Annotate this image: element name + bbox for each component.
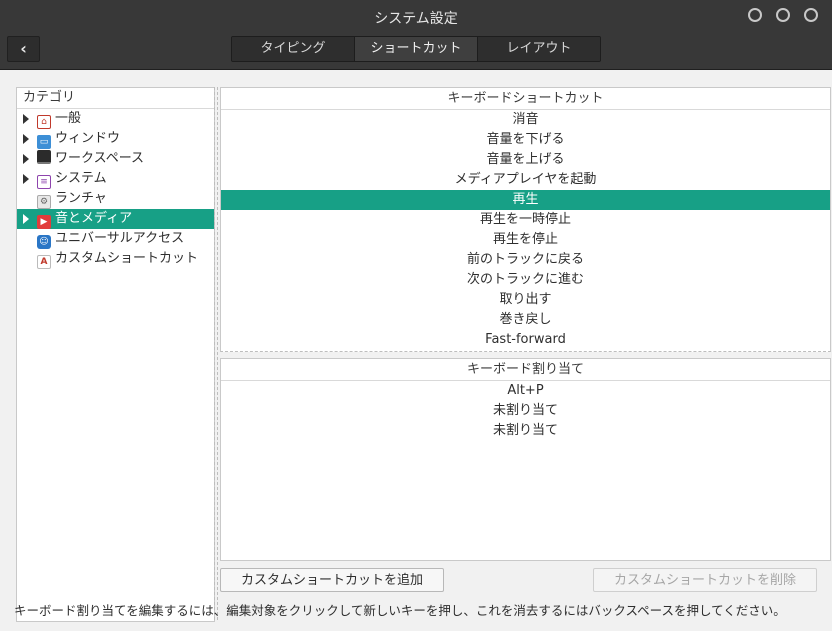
category-item-workspace[interactable]: ワークスペース [17,149,214,169]
launcher-icon: ⚙ [37,195,51,209]
shortcut-item-selected[interactable]: 再生 [221,190,830,210]
shortcut-list-header[interactable]: キーボードショートカット [221,88,830,110]
category-label: 一般 [55,111,82,126]
binding-list-header[interactable]: キーボード割り当て [221,359,830,381]
category-item-launcher[interactable]: ⚙ ランチャ [17,189,214,209]
chevron-left-icon: ‹ [20,39,27,58]
shortcut-item[interactable]: 前のトラックに戻る [221,250,830,270]
window-icon: ▭ [37,135,51,149]
category-item-window[interactable]: ▭ ウィンドウ [17,129,214,149]
category-header[interactable]: カテゴリ [17,88,214,109]
shortcut-item[interactable]: 再生を一時停止 [221,210,830,230]
tab-typing[interactable]: タイピング [232,37,355,61]
binding-list: キーボード割り当て Alt+P 未割り当て 未割り当て [220,358,831,561]
expander-arrow-icon[interactable] [23,154,29,164]
category-label: ワークスペース [55,151,145,166]
remove-custom-shortcut-button[interactable]: カスタムショートカットを削除 [593,568,817,592]
maximize-button[interactable] [776,8,790,22]
tab-shortcuts[interactable]: ショートカット [355,37,478,61]
category-label: ユニバーサルアクセス [55,231,185,246]
system-icon: ≡ [37,175,51,189]
category-label: カスタムショートカット [55,251,199,266]
window-title: システム設定 [374,11,458,27]
hint-text: キーボード割り当てを編集するには、編集対象をクリックして新しいキーを押し、これを… [14,603,786,618]
category-label: ランチャ [55,191,107,206]
binding-item[interactable]: Alt+P [221,381,830,401]
category-item-media[interactable]: ▶ 音とメディア [17,209,214,229]
binding-item[interactable]: 未割り当て [221,421,830,441]
minimize-button[interactable] [748,8,762,22]
category-list: カテゴリ ⌂ 一般 ▭ ウィンドウ ワークスペース ≡ システム ⚙ ランチャ ▶ 音とメ… [16,87,215,622]
shortcut-item[interactable]: 再生を停止 [221,230,830,250]
expander-arrow-icon[interactable] [23,114,29,124]
category-label: 音とメディア [55,211,133,226]
media-icon: ▶ [37,215,51,229]
category-label: ウィンドウ [55,131,121,146]
category-item-general[interactable]: ⌂ 一般 [17,109,214,129]
expander-arrow-icon[interactable] [23,134,29,144]
tab-layout[interactable]: レイアウト [478,37,600,61]
shortcut-list: キーボードショートカット 消音 音量を下げる 音量を上げる メディアプレイヤを起… [220,87,831,352]
shortcut-item[interactable]: 次のトラックに進む [221,270,830,290]
tab-bar: タイピング ショートカット レイアウト [231,36,601,62]
general-icon: ⌂ [37,115,51,129]
settings-window: システム設定 ‹ タイピング ショートカット レイアウト カテゴリ ⌂ 一般 ▭ ウ… [0,0,832,631]
expander-arrow-icon[interactable] [23,174,29,184]
back-button[interactable]: ‹ [7,36,40,62]
category-item-custom[interactable]: A カスタムショートカット [17,249,214,269]
close-button[interactable] [804,8,818,22]
category-label: システム [55,171,107,186]
shortcut-item[interactable]: 消音 [221,110,830,130]
custom-shortcut-icon: A [37,255,51,269]
add-custom-shortcut-button[interactable]: カスタムショートカットを追加 [220,568,444,592]
shortcut-item[interactable]: 音量を下げる [221,130,830,150]
binding-item[interactable]: 未割り当て [221,401,830,421]
accessibility-icon: ☺ [37,235,51,249]
category-item-system[interactable]: ≡ システム [17,169,214,189]
expander-arrow-icon[interactable] [23,214,29,224]
category-item-accessibility[interactable]: ☺ ユニバーサルアクセス [17,229,214,249]
shortcut-item[interactable]: 取り出す [221,290,830,310]
shortcut-item[interactable]: 巻き戻し [221,310,830,330]
workspace-icon [37,150,51,164]
shortcut-item[interactable]: メディアプレイヤを起動 [221,170,830,190]
pane-divider[interactable] [214,87,218,620]
header-bar: システム設定 ‹ タイピング ショートカット レイアウト [0,0,832,70]
shortcut-item[interactable]: Fast-forward [221,330,830,350]
shortcut-item[interactable]: 音量を上げる [221,150,830,170]
